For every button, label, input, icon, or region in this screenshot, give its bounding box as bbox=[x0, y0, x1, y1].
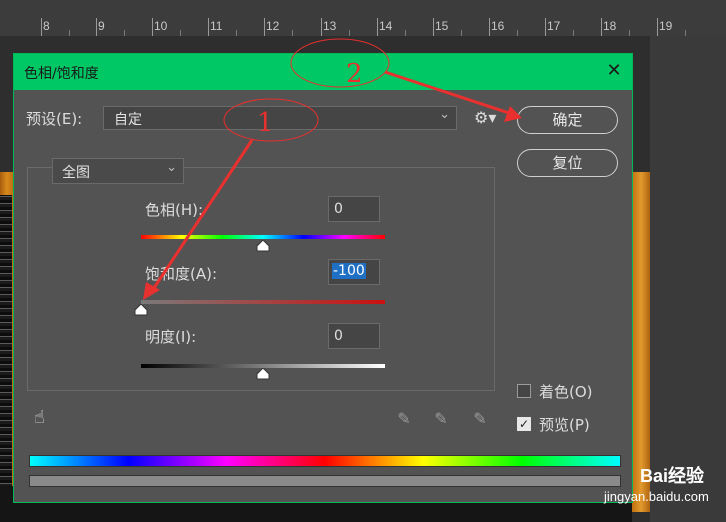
saturation-input[interactable]: -100 bbox=[328, 259, 380, 285]
channel-select[interactable]: 全图 ⌄ bbox=[52, 158, 184, 184]
colorize-checkbox[interactable] bbox=[517, 384, 531, 398]
image-frame-right bbox=[632, 172, 650, 512]
ruler-tick bbox=[545, 18, 546, 36]
ruler-tick bbox=[489, 18, 490, 36]
lightness-label: 明度(I): bbox=[145, 328, 197, 346]
hue-slider-thumb[interactable] bbox=[256, 240, 270, 252]
eyedropper-minus-icon[interactable]: ✎ bbox=[470, 409, 490, 431]
ok-button[interactable]: 确定 bbox=[517, 106, 618, 134]
ruler: 8 9 10 11 12 13 14 15 16 17 18 19 bbox=[0, 0, 726, 37]
hue-saturation-dialog: 色相/饱和度 ✕ 预设(E): 自定 ⌄ ⚙▾ 确定 复位 全图 ⌄ 色相(H)… bbox=[13, 53, 633, 503]
colorize-label: 着色(O) bbox=[539, 383, 593, 401]
ruler-label: 16 bbox=[491, 19, 505, 33]
output-color-bar bbox=[29, 475, 621, 487]
dialog-titlebar[interactable]: 色相/饱和度 ✕ bbox=[14, 54, 632, 90]
saturation-slider-thumb[interactable] bbox=[134, 304, 148, 316]
baidu-watermark: Bai经验 bbox=[640, 466, 705, 486]
ruler-tick bbox=[321, 18, 322, 36]
saturation-label: 饱和度(A): bbox=[145, 265, 218, 283]
adjustment-group bbox=[27, 167, 495, 391]
ruler-tick bbox=[657, 18, 658, 36]
saturation-slider-track[interactable] bbox=[141, 300, 385, 304]
lightness-input[interactable]: 0 bbox=[328, 323, 380, 349]
preset-value: 自定 bbox=[114, 112, 142, 128]
preset-select[interactable]: 自定 ⌄ bbox=[103, 106, 457, 130]
chevron-down-icon: ⌄ bbox=[439, 107, 450, 122]
canvas-area bbox=[650, 36, 726, 522]
preview-checkbox[interactable]: ✓ bbox=[517, 417, 531, 431]
hue-label: 色相(H): bbox=[145, 201, 204, 219]
ruler-tick bbox=[601, 18, 602, 36]
ruler-label: 18 bbox=[603, 19, 617, 33]
on-image-adjust-icon[interactable]: ☝ bbox=[34, 407, 45, 428]
ruler-tick bbox=[208, 18, 209, 36]
hue-slider-track[interactable] bbox=[141, 235, 385, 239]
ruler-tick bbox=[96, 18, 97, 36]
input-color-bar bbox=[29, 455, 621, 467]
ruler-label: 9 bbox=[98, 19, 105, 33]
close-icon[interactable]: ✕ bbox=[604, 60, 624, 82]
lightness-slider-thumb[interactable] bbox=[256, 368, 270, 380]
channel-value: 全图 bbox=[62, 165, 90, 181]
hue-input[interactable]: 0 bbox=[328, 196, 380, 222]
ruler-label: 13 bbox=[323, 19, 337, 33]
image-content bbox=[0, 195, 12, 522]
ruler-label: 14 bbox=[379, 19, 393, 33]
ruler-label: 19 bbox=[659, 19, 673, 33]
eyedropper-icon[interactable]: ✎ bbox=[394, 409, 414, 431]
ruler-label: 10 bbox=[154, 19, 168, 33]
saturation-value: -100 bbox=[332, 263, 366, 279]
ruler-tick bbox=[264, 18, 265, 36]
ruler-label: 11 bbox=[210, 19, 223, 33]
reset-button[interactable]: 复位 bbox=[517, 149, 618, 177]
ruler-tick bbox=[377, 18, 378, 36]
ruler-label: 15 bbox=[435, 19, 449, 33]
ruler-label: 12 bbox=[266, 19, 280, 33]
ruler-label: 17 bbox=[547, 19, 561, 33]
gear-icon[interactable]: ⚙▾ bbox=[474, 108, 496, 127]
watermark-url: jingyan.baidu.com bbox=[604, 489, 709, 504]
ruler-tick bbox=[41, 18, 42, 36]
ruler-tick bbox=[152, 18, 153, 36]
ruler-tick bbox=[433, 18, 434, 36]
dialog-title: 色相/饱和度 bbox=[24, 66, 99, 82]
chevron-down-icon: ⌄ bbox=[166, 160, 177, 175]
ruler-label: 8 bbox=[43, 19, 50, 33]
preview-label: 预览(P) bbox=[539, 416, 590, 434]
eyedropper-plus-icon[interactable]: ✎ bbox=[431, 409, 451, 431]
preset-label: 预设(E): bbox=[26, 110, 83, 128]
